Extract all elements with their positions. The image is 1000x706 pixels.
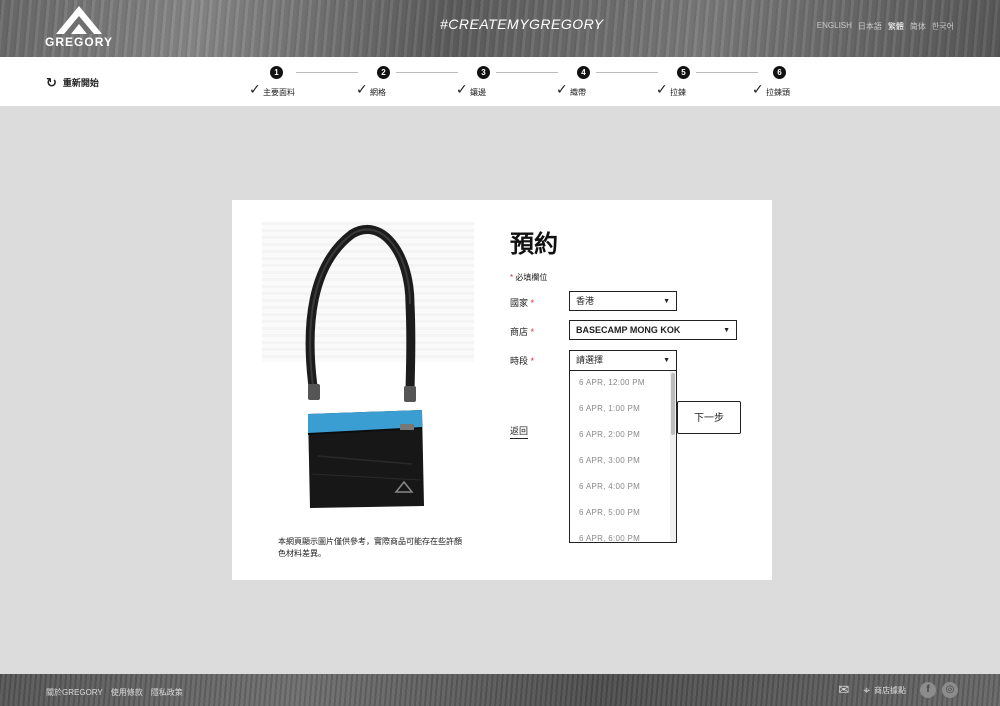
language-switcher: ENGLISH 日本語 繁體 简体 한국어 <box>817 21 954 32</box>
step-number: 3 <box>477 66 490 79</box>
step-zipper-pull[interactable]: 6 ✓ 拉鍊頭 <box>752 66 812 102</box>
site-header: GREGORY #CREATEMYGREGORY ENGLISH 日本語 繁體 … <box>0 0 1000 57</box>
checkmark-icon: ✓ <box>556 81 568 97</box>
step-mesh[interactable]: 2 ✓ 網格 <box>356 66 416 102</box>
lang-traditional-chinese[interactable]: 繁體 <box>888 21 904 32</box>
checkmark-icon: ✓ <box>656 81 668 97</box>
store-label-text: 商店 <box>510 327 529 337</box>
required-note: * 必填欄位 <box>510 272 547 283</box>
footer-link-privacy[interactable]: 隱私政策 <box>151 687 183 698</box>
required-star: * <box>530 327 535 337</box>
step-webbing[interactable]: 4 ✓ 織帶 <box>556 66 616 102</box>
step-label: 鑲邊 <box>470 88 486 97</box>
country-select-value: 香港 <box>576 296 595 306</box>
step-number: 6 <box>773 66 786 79</box>
step-label: 主要面料 <box>263 88 295 97</box>
footer-link-about[interactable]: 關於GREGORY <box>46 687 103 698</box>
country-label-text: 國家 <box>510 298 529 308</box>
step-label: 拉鍊 <box>670 88 686 97</box>
mountain-logo-icon <box>56 6 102 34</box>
page-title: 預約 <box>510 231 558 258</box>
social-icons: f ◎ <box>920 682 958 698</box>
store-select[interactable]: BASECAMP MONG KOK ▼ <box>569 320 737 340</box>
country-select[interactable]: 香港 ▼ <box>569 291 677 311</box>
step-label: 織帶 <box>570 88 586 97</box>
reservation-card: 本網頁顯示圖片僅供參考，實際商品可能存在些許顏色材料差異。 預約 * 必填欄位 … <box>232 200 772 580</box>
back-link[interactable]: 返回 <box>510 424 529 439</box>
map-pin-icon: ⌖ <box>863 682 870 697</box>
time-option[interactable]: 6 APR, 3:00 PM <box>570 449 676 475</box>
time-label: 時段 * <box>510 354 534 367</box>
logo-text: GREGORY <box>45 35 113 49</box>
lang-english[interactable]: ENGLISH <box>817 21 852 32</box>
time-label-text: 時段 <box>510 356 529 366</box>
step-label: 網格 <box>370 88 386 97</box>
disclaimer-text: 本網頁顯示圖片僅供參考，實際商品可能存在些許顏色材料差異。 <box>278 537 462 558</box>
time-option[interactable]: 6 APR, 12:00 PM <box>570 371 676 397</box>
footer-links: 關於GREGORY 使用條款 隱私政策 <box>46 687 183 698</box>
time-slot-dropdown[interactable]: 請選擇 ▼ 6 APR, 12:00 PM 6 APR, 1:00 PM 6 A… <box>569 350 677 543</box>
store-select-value: BASECAMP MONG KOK <box>576 325 681 335</box>
checkmark-icon: ✓ <box>356 81 368 97</box>
product-bag-image <box>305 224 424 508</box>
required-star: * <box>510 273 514 282</box>
time-option[interactable]: 6 APR, 1:00 PM <box>570 397 676 423</box>
step-number: 2 <box>377 66 390 79</box>
step-main-fabric[interactable]: 1 ✓ 主要面料 <box>249 66 309 102</box>
step-number: 4 <box>577 66 590 79</box>
caret-down-icon: ▼ <box>663 357 670 364</box>
restart-label: 重新開始 <box>62 78 99 88</box>
step-number: 1 <box>270 66 283 79</box>
required-star: * <box>530 298 535 308</box>
step-number: 5 <box>677 66 690 79</box>
store-locator-link[interactable]: ⌖ 商店據點 <box>863 683 906 698</box>
step-label: 拉鍊頭 <box>766 88 790 97</box>
footer-link-terms[interactable]: 使用條款 <box>111 687 143 698</box>
refresh-icon: ↻ <box>46 75 57 90</box>
dropdown-scrollbar-thumb[interactable] <box>671 373 675 435</box>
lang-simplified-chinese[interactable]: 简体 <box>910 21 926 32</box>
store-locator-label: 商店據點 <box>874 685 906 695</box>
checkmark-icon: ✓ <box>752 81 764 97</box>
required-star: * <box>530 356 535 366</box>
required-note-text: 必填欄位 <box>515 273 548 282</box>
time-option[interactable]: 6 APR, 2:00 PM <box>570 423 676 449</box>
time-option[interactable]: 6 APR, 4:00 PM <box>570 475 676 501</box>
step-zipper[interactable]: 5 ✓ 拉鍊 <box>656 66 716 102</box>
checkmark-icon: ✓ <box>456 81 468 97</box>
step-trim[interactable]: 3 ✓ 鑲邊 <box>456 66 516 102</box>
campaign-tagline: #CREATEMYGREGORY <box>440 16 604 32</box>
time-select[interactable]: 請選擇 ▼ <box>570 351 676 371</box>
time-option[interactable]: 6 APR, 5:00 PM <box>570 501 676 527</box>
caret-down-icon: ▼ <box>663 298 670 305</box>
facebook-icon[interactable]: f <box>920 682 936 698</box>
checkmark-icon: ✓ <box>249 81 261 97</box>
country-label: 國家 * <box>510 296 534 309</box>
mail-icon[interactable]: ✉ <box>838 682 849 698</box>
lang-japanese[interactable]: 日本語 <box>858 21 882 32</box>
store-label: 商店 * <box>510 325 534 338</box>
footer-actions: ✉ ⌖ 商店據點 f ◎ <box>838 682 958 698</box>
gregory-logo[interactable]: GREGORY <box>44 6 114 50</box>
caret-down-icon: ▼ <box>723 327 730 334</box>
instagram-icon[interactable]: ◎ <box>942 682 958 698</box>
time-select-placeholder: 請選擇 <box>576 355 604 365</box>
time-option[interactable]: 6 APR, 6:00 PM <box>570 527 676 542</box>
site-footer: 關於GREGORY 使用條款 隱私政策 ✉ ⌖ 商店據點 f ◎ <box>0 674 1000 706</box>
next-step-button[interactable]: 下一步 <box>677 401 741 434</box>
lang-korean[interactable]: 한국어 <box>932 21 954 32</box>
restart-button[interactable]: ↻ 重新開始 <box>46 76 99 89</box>
